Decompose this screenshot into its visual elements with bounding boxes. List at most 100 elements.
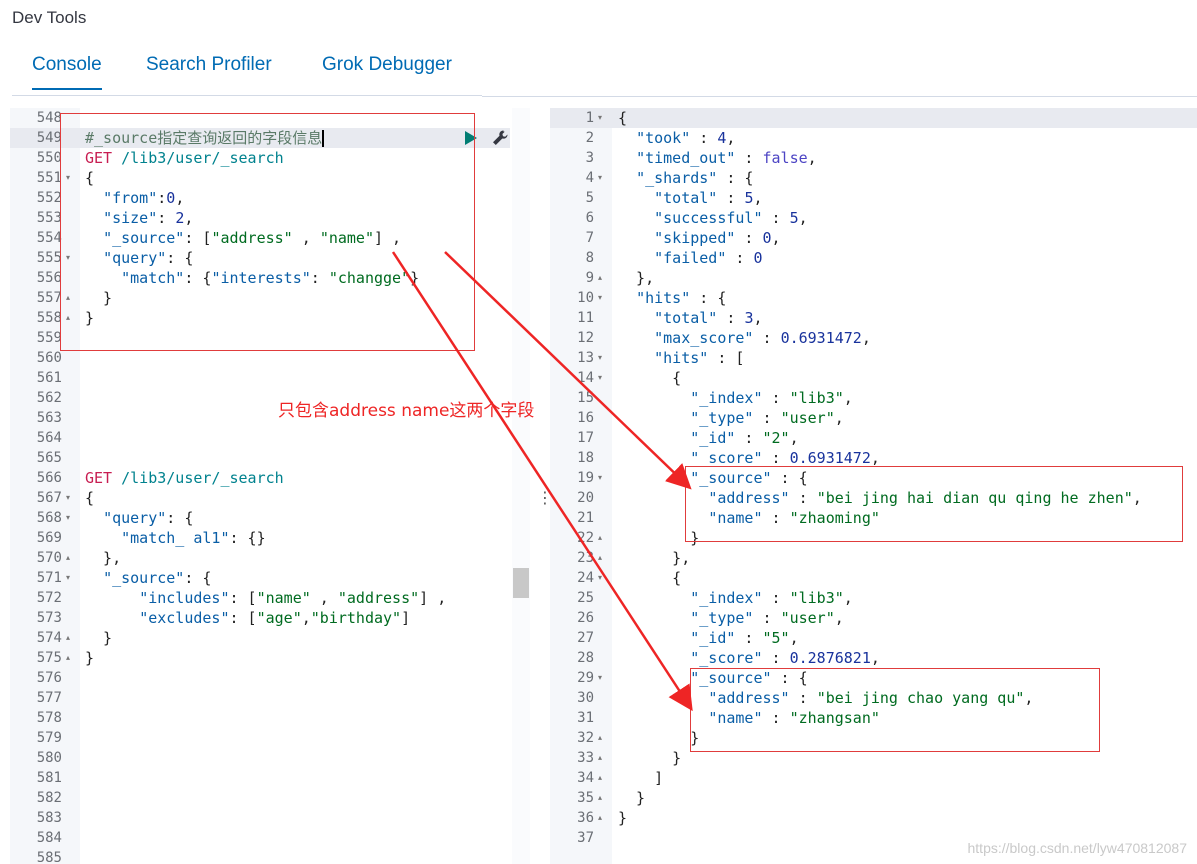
fold-toggle-icon[interactable]: ▴ — [598, 268, 610, 288]
fold-toggle-icon[interactable]: ▴ — [66, 548, 78, 568]
code-line: "query": { — [85, 508, 193, 528]
wrench-icon[interactable] — [491, 129, 509, 147]
code-token: "successful" — [654, 209, 763, 227]
code-token: }, — [618, 269, 655, 287]
code-token: }, — [85, 549, 122, 567]
line-number: 567 — [36, 490, 62, 506]
fold-toggle-icon[interactable]: ▾ — [598, 348, 610, 368]
line-number: 556 — [36, 270, 62, 286]
code-token: : — [753, 609, 781, 627]
line-number: 565 — [36, 450, 62, 466]
line-number: 559 — [36, 330, 62, 346]
code-line: "excludes": ["age","birthday"] — [85, 608, 410, 628]
fold-toggle-icon[interactable]: ▾ — [66, 508, 78, 528]
fold-toggle-icon[interactable]: ▴ — [66, 648, 78, 668]
code-token: "_shards" — [636, 169, 718, 187]
fold-toggle-icon[interactable]: ▾ — [66, 568, 78, 588]
code-token: "timed_out" — [636, 149, 736, 167]
code-token: "2" — [762, 429, 790, 447]
code-token: "_source" — [103, 569, 185, 587]
code-token: : {} — [229, 529, 266, 547]
fold-toggle-icon[interactable]: ▾ — [598, 668, 610, 688]
code-line: } — [618, 728, 699, 748]
code-token: : { — [166, 509, 194, 527]
app-title: Dev Tools — [12, 8, 87, 27]
fold-toggle-icon[interactable]: ▴ — [598, 528, 610, 548]
line-number: 575 — [36, 650, 62, 666]
code-line: "took" : 4, — [618, 128, 735, 148]
line-number: 581 — [36, 770, 62, 786]
tab-grok-debugger[interactable]: Grok Debugger — [322, 54, 452, 76]
fold-toggle-icon[interactable]: ▴ — [598, 748, 610, 768]
code-token: "skipped" — [654, 229, 736, 247]
code-token: : — [717, 189, 745, 207]
fold-toggle-icon[interactable]: ▾ — [598, 468, 610, 488]
fold-toggle-icon[interactable]: ▾ — [598, 288, 610, 308]
request-scroll-thumb[interactable] — [513, 568, 529, 598]
request-highlight-box — [60, 113, 475, 351]
code-token: false — [762, 149, 808, 167]
watermark: https://blog.csdn.net/lyw470812087 — [967, 840, 1188, 856]
code-token: "user" — [780, 609, 835, 627]
fold-toggle-icon[interactable]: ▴ — [598, 548, 610, 568]
code-token: ] — [618, 769, 664, 787]
line-number: 6 — [585, 210, 594, 226]
fold-toggle-icon[interactable]: ▾ — [598, 108, 610, 128]
code-token: : — [717, 309, 745, 327]
code-token: : — [753, 409, 781, 427]
code-line: "_index" : "lib3", — [618, 388, 853, 408]
line-number: 552 — [36, 190, 62, 206]
fold-toggle-icon[interactable]: ▾ — [598, 368, 610, 388]
code-token: "includes" — [139, 589, 230, 607]
line-number: 25 — [577, 590, 594, 606]
fold-toggle-icon[interactable]: ▾ — [598, 568, 610, 588]
code-token: : — [762, 449, 790, 467]
code-token: "birthday" — [310, 609, 402, 627]
code-token: } — [618, 789, 646, 807]
tab-search-profiler[interactable]: Search Profiler — [146, 54, 272, 76]
code-token: } — [85, 629, 113, 647]
code-token: }, — [618, 549, 691, 567]
code-token: : — [735, 429, 763, 447]
code-token: , — [753, 189, 763, 207]
line-number: 35 — [577, 790, 594, 806]
line-number: 570 — [36, 550, 62, 566]
fold-toggle-icon[interactable]: ▴ — [598, 768, 610, 788]
code-token: , — [870, 649, 880, 667]
line-number: 31 — [577, 710, 594, 726]
fold-toggle-icon[interactable]: ▾ — [598, 168, 610, 188]
code-token: "name" — [256, 589, 311, 607]
code-line: }, — [618, 548, 690, 568]
code-token: : — [735, 149, 763, 167]
line-number: 561 — [36, 370, 62, 386]
line-number: 558 — [36, 310, 62, 326]
line-number: 563 — [36, 410, 62, 426]
code-token: , — [843, 589, 853, 607]
fold-toggle-icon[interactable]: ▴ — [598, 808, 610, 828]
code-token: , — [834, 609, 844, 627]
code-line: } — [85, 628, 112, 648]
line-number: 569 — [36, 530, 62, 546]
fold-toggle-icon[interactable]: ▴ — [598, 728, 610, 748]
fold-toggle-icon[interactable]: ▴ — [598, 788, 610, 808]
code-token: : — [735, 629, 763, 647]
line-number: 29 — [577, 670, 594, 686]
line-number: 5 — [585, 190, 594, 206]
fold-toggle-icon[interactable]: ▾ — [66, 488, 78, 508]
tab-console[interactable]: Console — [32, 54, 102, 90]
code-token: "lib3" — [789, 589, 844, 607]
code-token: "hits" — [654, 349, 709, 367]
fold-toggle-icon[interactable]: ▴ — [66, 628, 78, 648]
line-number: 557 — [36, 290, 62, 306]
request-scrollbar[interactable] — [512, 108, 530, 864]
code-token: : { — [690, 289, 727, 307]
code-token: } — [618, 729, 700, 747]
